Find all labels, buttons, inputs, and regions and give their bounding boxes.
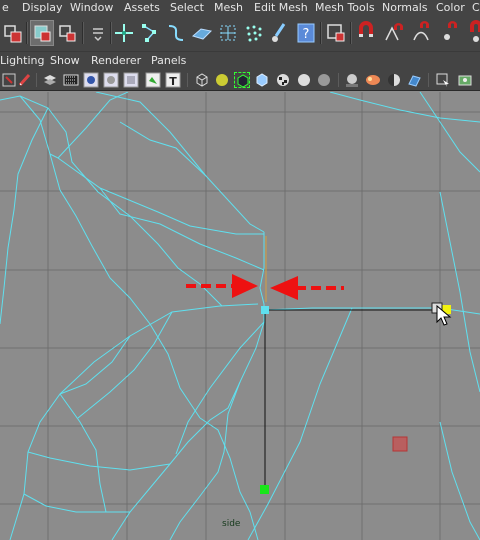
menu-select[interactable]: Select [170, 1, 204, 15]
move-tool-icon[interactable] [112, 20, 136, 46]
menu-mesh[interactable]: Mesh [214, 1, 243, 15]
shelf-separator [320, 22, 322, 44]
smooth-shade-icon[interactable] [214, 72, 230, 88]
snap-live-icon[interactable] [464, 20, 480, 46]
wireframe-icon[interactable] [194, 72, 210, 88]
resolution-gate-icon[interactable] [63, 72, 79, 88]
camera-attributes-icon[interactable] [1, 72, 17, 88]
menu-create-partial[interactable]: C [472, 1, 480, 15]
menu-mesh-tools[interactable]: Mesh Tools [315, 1, 375, 15]
textured-icon[interactable]: T [165, 72, 181, 88]
face-select-icon[interactable] [190, 20, 214, 46]
hypershade-icon[interactable] [86, 20, 110, 46]
select-tool-icon[interactable] [2, 20, 26, 46]
svg-text:?: ? [303, 27, 310, 42]
panel-menu-lighting[interactable]: Lighting [0, 54, 44, 68]
svg-text:T: T [169, 75, 177, 88]
toolbar-separator [36, 73, 37, 87]
viewport-canvas [0, 92, 480, 540]
panel-toolbar: T [0, 69, 480, 91]
soft-select-icon[interactable] [242, 20, 266, 46]
toolbar-separator [428, 73, 429, 87]
shelf-separator [26, 22, 28, 44]
menu-file-partial[interactable]: e [2, 1, 9, 15]
inward-arrow-right-icon [270, 276, 344, 300]
main-menubar: e Display Window Assets Select Mesh Edit… [0, 0, 480, 16]
lasso-tool-icon[interactable] [30, 20, 54, 46]
vertex-select-icon[interactable] [138, 20, 162, 46]
grid-lines [0, 92, 480, 540]
menu-edit-mesh[interactable]: Edit Mesh [254, 1, 308, 15]
menu-window[interactable]: Window [70, 1, 113, 15]
gate-mask-icon[interactable] [83, 72, 99, 88]
select-component-icon[interactable] [324, 20, 348, 46]
shelf-separator [350, 22, 352, 44]
paint-effects-icon[interactable] [268, 20, 292, 46]
motion-blur-icon[interactable] [365, 72, 381, 88]
panel-menu-panels[interactable]: Panels [151, 54, 186, 68]
help-icon[interactable]: ? [294, 20, 318, 46]
checker-texture-icon[interactable] [275, 72, 291, 88]
xray-icon[interactable] [254, 72, 270, 88]
snap-guide-lines [264, 309, 438, 489]
ambient-occlusion-icon[interactable] [344, 72, 360, 88]
inward-arrow-left-icon [186, 274, 258, 298]
snap-point-icon[interactable] [410, 20, 434, 46]
isolate-select-icon[interactable] [234, 72, 250, 88]
display-select-icon[interactable] [435, 72, 451, 88]
red-marker[interactable] [392, 436, 408, 452]
snapshot-icon[interactable] [457, 72, 473, 88]
toolbar-separator [338, 73, 339, 87]
uv-select-icon[interactable] [216, 20, 240, 46]
camera-name-label: side [222, 519, 241, 529]
curve-tool-icon[interactable] [164, 20, 188, 46]
safe-action-icon[interactable] [123, 72, 139, 88]
green-pivot-marker[interactable] [260, 485, 269, 494]
paint-select-icon[interactable] [56, 20, 80, 46]
pencil-icon[interactable] [17, 72, 33, 88]
selected-vertex[interactable] [261, 306, 269, 314]
film-gate-icon[interactable] [42, 72, 58, 88]
mesh-wireframe [0, 92, 480, 540]
snap-curve-icon[interactable] [382, 20, 406, 46]
menu-assets[interactable]: Assets [124, 1, 160, 15]
snap-view-icon[interactable] [438, 20, 462, 46]
grid-icon[interactable] [145, 72, 161, 88]
shadows-icon[interactable] [316, 72, 332, 88]
hud-icon[interactable] [386, 72, 402, 88]
status-line-toolbar: ? [0, 16, 480, 51]
menu-display[interactable]: Display [22, 1, 63, 15]
panel-menu-renderer[interactable]: Renderer [91, 54, 141, 68]
lights-icon[interactable] [296, 72, 312, 88]
panel-menubar: Lighting Show Renderer Panels [0, 51, 480, 69]
menu-color[interactable]: Color [436, 1, 465, 15]
panel-menu-show[interactable]: Show [50, 54, 80, 68]
toolbar-separator [187, 73, 188, 87]
menu-normals[interactable]: Normals [382, 1, 428, 15]
magnet-snap-icon[interactable] [354, 20, 378, 46]
shelf-separator [82, 22, 84, 44]
isolate-icon[interactable] [406, 72, 422, 88]
field-chart-icon[interactable] [103, 72, 119, 88]
viewport-side[interactable]: side [0, 92, 480, 540]
